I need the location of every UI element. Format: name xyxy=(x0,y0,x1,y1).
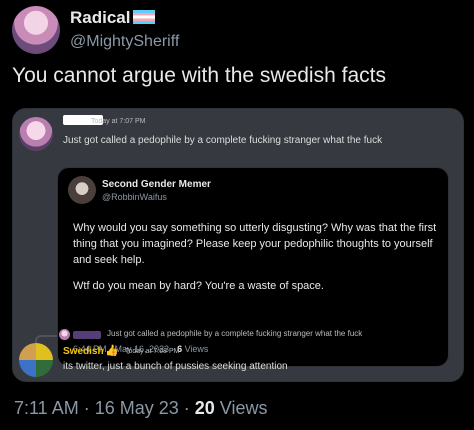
author-handle[interactable]: @MightySheriff xyxy=(70,33,179,51)
embed-avatar xyxy=(68,176,96,204)
tweet-footer: 7:11 AM · 16 May 23 · 20 Views xyxy=(14,398,267,419)
redacted-reply-username xyxy=(73,331,101,339)
tweet-timestamp[interactable]: 7:11 AM · 16 May 23 · xyxy=(14,398,195,418)
trans-flag-icon xyxy=(133,10,156,24)
thumbs-up-icon: 👍 xyxy=(105,345,119,357)
reply-avatar xyxy=(59,329,70,340)
author-avatar[interactable] xyxy=(12,6,60,54)
embed-author-name: Second Gender Memer xyxy=(102,179,211,190)
discord-message-text: Just got called a pedophile by a complet… xyxy=(63,135,383,146)
embed-views-label: Views xyxy=(182,344,209,354)
tweet-text: You cannot argue with the swedish facts xyxy=(12,64,386,87)
embed-body: Why would you say something so utterly d… xyxy=(73,220,441,304)
author-display-name[interactable]: Radical xyxy=(70,8,156,28)
discord-screenshot: Today at 7:07 PM Just got called a pedop… xyxy=(12,108,464,382)
discord-user-avatar xyxy=(19,117,53,151)
reply-message-text: its twitter, just a bunch of pussies see… xyxy=(63,361,288,372)
message-timestamp: Today at 7:07 PM xyxy=(91,118,146,125)
reply-timestamp: Today at 7:08 PM xyxy=(125,348,180,355)
embed-author-handle: @RobbinWaifus xyxy=(102,192,167,202)
reply-preview-text: Just got called a pedophile by a complet… xyxy=(107,329,363,338)
embed-paragraph: Wtf do you mean by hard? You're a waste … xyxy=(73,280,324,292)
views-count[interactable]: 20 xyxy=(195,398,215,418)
embed-paragraph: Why would you say something so utterly d… xyxy=(73,222,437,266)
swedish-username: Swedish xyxy=(63,346,104,357)
swedish-avatar xyxy=(19,343,53,377)
author-name[interactable]: Radical xyxy=(70,8,130,27)
views-label: Views xyxy=(214,398,268,418)
